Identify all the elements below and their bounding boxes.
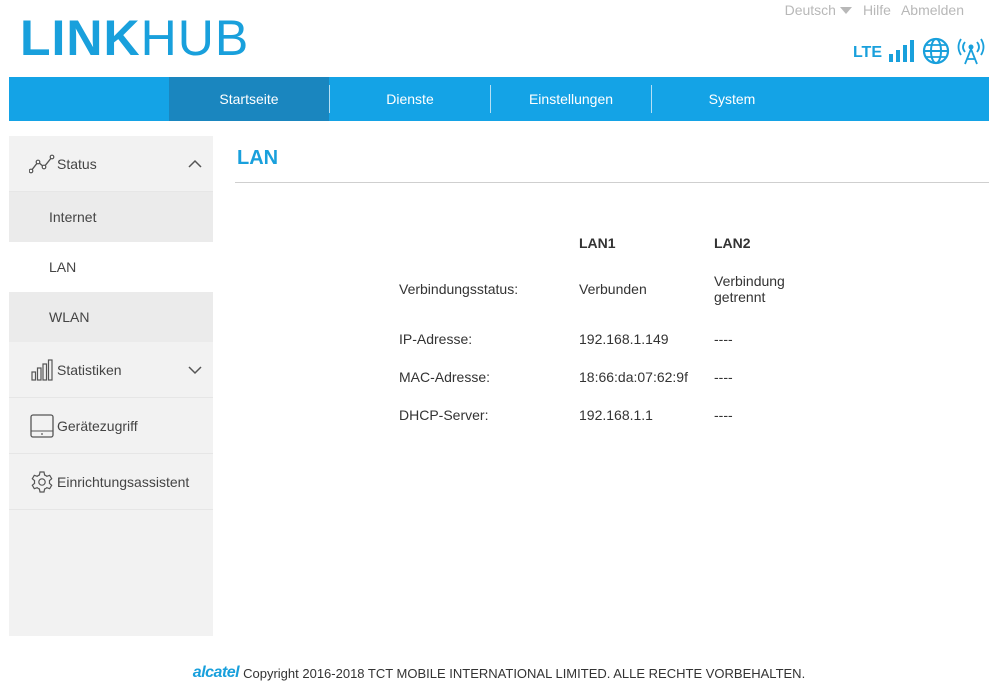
sidebar-subitem-internet[interactable]: Internet <box>9 192 213 242</box>
nav-tab-dienste[interactable]: Dienste <box>330 77 490 121</box>
sidebar-subitem-lan[interactable]: LAN <box>9 242 213 292</box>
footer: alcatel Copyright 2016-2018 TCT MOBILE I… <box>0 664 998 682</box>
table-row: MAC-Adresse: 18:66:da:07:62:9f ---- <box>399 358 824 396</box>
table-row: DHCP-Server: 192.168.1.1 ---- <box>399 396 824 434</box>
chevron-down-icon <box>187 362 203 381</box>
globe-icon <box>922 37 950 70</box>
sidebar-item-label: Gerätezugriff <box>57 417 138 434</box>
bar-chart-icon <box>29 357 55 383</box>
linkhub-logo: LINKHUB <box>20 12 249 64</box>
sidebar-subitem-wlan[interactable]: WLAN <box>9 292 213 342</box>
sidebar-item-geraetezugriff[interactable]: Gerätezugriff <box>9 398 213 454</box>
page-title: LAN <box>237 147 279 169</box>
sidebar-item-label: Statistiken <box>57 361 122 378</box>
table-row: IP-Adresse: 192.168.1.149 ---- <box>399 320 824 358</box>
sidebar-item-label: Status <box>57 155 97 172</box>
chevron-up-icon <box>187 156 203 175</box>
sidebar-item-label: Einrichtungsassistent <box>57 473 190 490</box>
alcatel-logo: alcatel <box>192 664 240 681</box>
lan1-value: 192.168.1.149 <box>579 331 669 347</box>
signal-strength-icon <box>888 39 916 68</box>
table-header-row: LAN1 LAN2 <box>399 228 824 258</box>
title-divider <box>235 182 989 183</box>
network-type: LTE <box>852 44 882 61</box>
lan2-value: ---- <box>714 369 733 385</box>
wireless-tower-icon <box>956 37 986 70</box>
lan1-value: 192.168.1.1 <box>579 407 653 423</box>
nav-tab-system[interactable]: System <box>652 77 812 121</box>
top-links: Deutsch Hilfe Abmelden <box>785 2 964 18</box>
lan2-value: ---- <box>714 331 733 347</box>
help-link[interactable]: Hilfe <box>863 2 891 18</box>
lan1-value: 18:66:da:07:62:9f <box>579 369 688 385</box>
gear-icon <box>29 469 55 495</box>
table-row: Verbindungsstatus: Verbunden Verbindung … <box>399 258 824 320</box>
sidebar-item-statistiken[interactable]: Statistiken <box>9 342 213 398</box>
sidebar-item-status[interactable]: Status <box>9 136 213 192</box>
column-header-lan2: LAN2 <box>714 235 751 251</box>
logo-bold: LINK <box>20 10 141 66</box>
column-header-lan1: LAN1 <box>579 235 616 251</box>
row-label: DHCP-Server: <box>399 407 489 423</box>
device-icon <box>29 413 55 439</box>
lan2-value: Verbindung getrennt <box>714 273 824 305</box>
row-label: MAC-Adresse: <box>399 369 491 385</box>
line-chart-icon <box>29 151 55 177</box>
lan2-value: ---- <box>714 407 733 423</box>
row-label: Verbindungsstatus: <box>399 281 519 297</box>
nav-tab-startseite[interactable]: Startseite <box>169 77 329 121</box>
lan2-value-line1: Verbindung <box>714 273 785 289</box>
main-navigation: Startseite Dienste Einstellungen System <box>9 77 989 121</box>
nav-tab-einstellungen[interactable]: Einstellungen <box>491 77 651 121</box>
caret-down-icon <box>839 7 852 14</box>
language-label: Deutsch <box>784 2 836 18</box>
lan1-value: Verbunden <box>579 281 647 297</box>
logout-link[interactable]: Abmelden <box>901 2 964 18</box>
logo-light: HUB <box>140 10 250 66</box>
sidebar: Status Internet LAN WLAN Statistiken Ger… <box>9 136 213 636</box>
status-icons: LTE <box>852 37 986 70</box>
language-select[interactable]: Deutsch <box>785 2 852 18</box>
lan-status-table: LAN1 LAN2 Verbindungsstatus: Verbunden V… <box>399 228 824 434</box>
copyright-text: Copyright 2016-2018 TCT MOBILE INTERNATI… <box>243 665 806 681</box>
lan2-value-line2: getrennt <box>714 289 766 305</box>
row-label: IP-Adresse: <box>399 331 473 347</box>
sidebar-item-einrichtungsassistent[interactable]: Einrichtungsassistent <box>9 454 213 510</box>
